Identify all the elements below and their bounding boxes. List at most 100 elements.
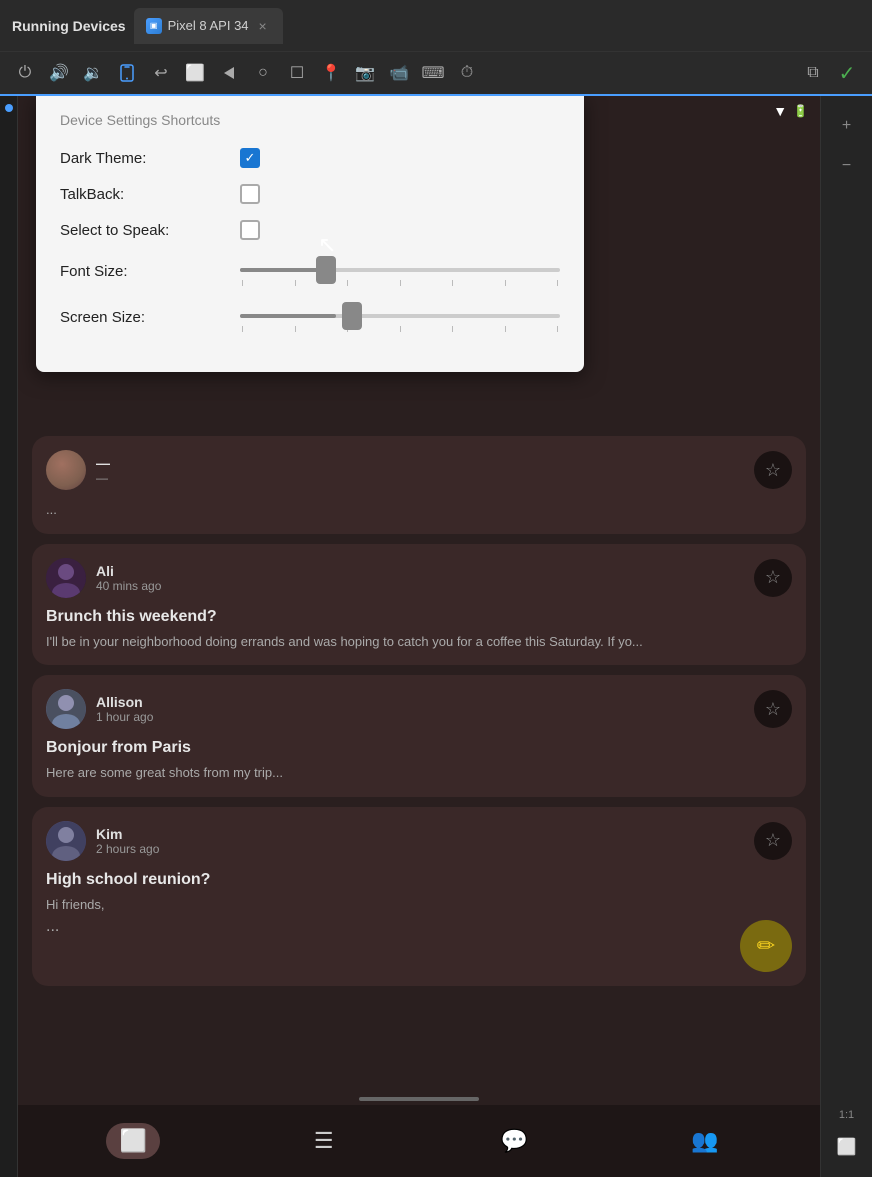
partial-avatar — [46, 450, 86, 490]
font-size-slider-container — [240, 256, 560, 286]
contacts-icon: 👥 — [691, 1128, 718, 1154]
partial-sender-info: — — — [96, 455, 744, 485]
kim-dots: ... — [46, 918, 792, 936]
wifi-icon: ▼ — [773, 103, 787, 119]
nav-contacts[interactable]: 👥 — [678, 1123, 732, 1159]
ali-star-button[interactable]: ☆ — [754, 559, 792, 597]
home-button[interactable]: ○ — [248, 58, 278, 88]
back-button[interactable] — [214, 58, 244, 88]
select-to-speak-row: Select to Speak: — [60, 220, 560, 240]
email-card-allison[interactable]: Allison 1 hour ago ☆ Bonjour from Paris … — [32, 675, 806, 797]
inbox-icon: ⬜ — [120, 1128, 147, 1154]
toolbar: ⏻ 🔊 🔉 ↩ ⬜ ○ ☐ 📍 📷 📹 ⌨ ⏱ ⧉ ✓ — [0, 52, 872, 96]
nav-messages[interactable]: ☰ — [297, 1123, 351, 1159]
right-panel: + − 1:1 ⬜ — [820, 96, 872, 1177]
partial-card-header: — — ☆ — [46, 450, 792, 490]
font-size-ticks — [240, 280, 560, 286]
screen-size-track[interactable] — [240, 314, 560, 318]
dark-theme-checkbox[interactable] — [240, 148, 260, 168]
allison-preview: Here are some great shots from my trip..… — [46, 763, 792, 783]
ali-time: 40 mins ago — [96, 579, 744, 593]
fit-screen-button[interactable]: ⬜ — [829, 1129, 865, 1165]
screenshot-button[interactable]: ⬜ — [180, 58, 210, 88]
rotate-button[interactable]: ↩ — [146, 58, 176, 88]
tick-2 — [295, 280, 296, 286]
allison-sender-name: Allison — [96, 694, 744, 710]
allison-time: 1 hour ago — [96, 710, 744, 724]
stk-7 — [557, 326, 558, 332]
minus-button[interactable]: − — [829, 148, 865, 184]
home-indicator — [359, 1097, 479, 1101]
partial-preview: ... — [46, 500, 792, 520]
partial-sender-name: — — [96, 455, 744, 471]
allison-star-button[interactable]: ☆ — [754, 690, 792, 728]
left-sidebar — [0, 96, 18, 1177]
tick-6 — [505, 280, 506, 286]
keyboard-button[interactable]: ⌨ — [418, 58, 448, 88]
display-button[interactable]: ⧉ — [798, 58, 828, 88]
video-button[interactable]: 📹 — [384, 58, 414, 88]
chat-icon: 💬 — [501, 1128, 528, 1154]
ali-avatar — [46, 558, 86, 598]
tick-4 — [400, 280, 401, 286]
tick-7 — [557, 280, 558, 286]
messages-icon: ☰ — [314, 1128, 334, 1154]
kim-preview: Hi friends, — [46, 895, 792, 915]
screen-size-slider-container — [240, 302, 560, 332]
stk-1 — [242, 326, 243, 332]
select-to-speak-label: Select to Speak: — [60, 222, 240, 239]
partial-email-card[interactable]: — — ☆ ... — [32, 436, 806, 534]
partial-sender-time: — — [96, 471, 744, 485]
talkback-label: TalkBack: — [60, 186, 240, 203]
dark-theme-label: Dark Theme: — [60, 150, 240, 167]
screen-size-ticks — [240, 326, 560, 332]
allison-sender-info: Allison 1 hour ago — [96, 694, 744, 724]
allison-header: Allison 1 hour ago ☆ — [46, 689, 792, 729]
add-button[interactable]: + — [829, 108, 865, 144]
screen-size-label: Screen Size: — [60, 309, 240, 326]
device-settings-title: Device Settings Shortcuts — [60, 112, 560, 128]
tab-close-button[interactable]: × — [255, 18, 271, 34]
email-card-ali[interactable]: Ali 40 mins ago ☆ Brunch this weekend? I… — [32, 544, 806, 666]
kim-avatar — [46, 821, 86, 861]
allison-subject: Bonjour from Paris — [46, 739, 792, 757]
bottom-nav: ⬜ ☰ 💬 👥 — [18, 1105, 820, 1177]
partial-star-button[interactable]: ☆ — [754, 451, 792, 489]
volume-up-button[interactable]: 🔊 — [44, 58, 74, 88]
kim-star-button[interactable]: ☆ — [754, 822, 792, 860]
device-frame-button[interactable] — [112, 58, 142, 88]
compose-fab-button[interactable]: ✏ — [740, 920, 792, 972]
talkback-checkbox[interactable] — [240, 184, 260, 204]
stk-4 — [400, 326, 401, 332]
screen-size-thumb[interactable] — [342, 302, 362, 330]
font-size-thumb[interactable] — [316, 256, 336, 284]
device-settings-overlay: Device Settings Shortcuts Dark Theme: Ta… — [36, 96, 584, 372]
kim-header: Kim 2 hours ago ☆ — [46, 821, 792, 861]
select-to-speak-checkbox[interactable] — [240, 220, 260, 240]
power-button[interactable]: ⏻ — [10, 58, 40, 88]
volume-down-button[interactable]: 🔉 — [78, 58, 108, 88]
main-area: ▼ 🔋 Device Settings Shortcuts Dark Theme… — [0, 96, 872, 1177]
confirm-button[interactable]: ✓ — [832, 58, 862, 88]
timer-button[interactable]: ⏱ — [452, 58, 482, 88]
email-card-kim[interactable]: Kim 2 hours ago ☆ High school reunion? H… — [32, 807, 806, 987]
battery-icon: 🔋 — [793, 104, 808, 118]
device-tab[interactable]: ▣ Pixel 8 API 34 × — [134, 8, 283, 44]
nav-chat[interactable]: 💬 — [487, 1123, 541, 1159]
ali-sender-name: Ali — [96, 563, 744, 579]
kim-subject: High school reunion? — [46, 871, 792, 889]
recents-button[interactable]: ☐ — [282, 58, 312, 88]
camera-button[interactable]: 📷 — [350, 58, 380, 88]
ali-sender-info: Ali 40 mins ago — [96, 563, 744, 593]
partial-card-area: — — ☆ ... — [18, 436, 820, 534]
nav-inbox[interactable]: ⬜ — [106, 1123, 160, 1159]
ali-subject: Brunch this weekend? — [46, 608, 792, 626]
kim-sender-name: Kim — [96, 826, 744, 842]
tab-device-icon: ▣ — [146, 18, 162, 34]
font-size-row: Font Size: — [60, 256, 560, 286]
location-button[interactable]: 📍 — [316, 58, 346, 88]
phone-screen: ▼ 🔋 Device Settings Shortcuts Dark Theme… — [18, 96, 820, 1177]
font-size-track[interactable] — [240, 268, 560, 272]
kim-time: 2 hours ago — [96, 842, 744, 856]
talkback-row: TalkBack: — [60, 184, 560, 204]
